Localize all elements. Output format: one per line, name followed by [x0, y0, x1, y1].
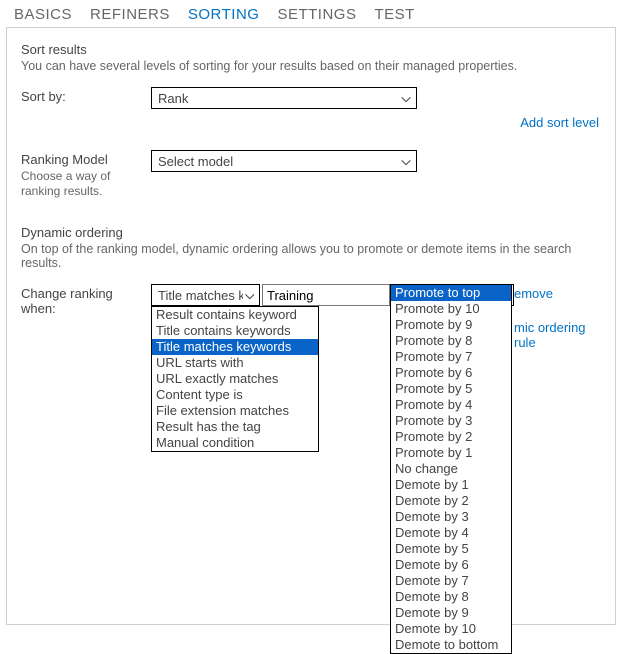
condition-option[interactable]: Content type is	[152, 387, 318, 403]
condition-select[interactable]: Title matches ke ⌵	[151, 284, 260, 306]
action-option[interactable]: Promote by 5	[391, 381, 511, 397]
sort-results-title: Sort results	[21, 42, 601, 57]
action-option[interactable]: Promote by 6	[391, 365, 511, 381]
dynamic-ordering-desc: On top of the ranking model, dynamic ord…	[21, 242, 601, 270]
condition-option[interactable]: File extension matches	[152, 403, 318, 419]
condition-text-input[interactable]	[262, 284, 390, 306]
tab-test[interactable]: TEST	[374, 6, 414, 23]
sort-by-select[interactable]: Rank ⌵	[151, 87, 417, 109]
action-option[interactable]: Demote by 3	[391, 509, 511, 525]
condition-option[interactable]: URL starts with	[152, 355, 318, 371]
tab-basics[interactable]: BASICS	[14, 6, 72, 23]
action-option[interactable]: Promote by 3	[391, 413, 511, 429]
condition-option[interactable]: URL exactly matches	[152, 371, 318, 387]
action-option[interactable]: Demote by 9	[391, 605, 511, 621]
tab-bar: BASICS REFINERS SORTING SETTINGS TEST	[0, 0, 622, 27]
add-ordering-rule-link[interactable]: mic ordering rule	[514, 320, 601, 350]
action-option[interactable]: Promote to top	[391, 285, 511, 301]
condition-option[interactable]: Manual condition	[152, 435, 318, 451]
add-sort-level-link[interactable]: Add sort level	[520, 115, 599, 130]
tab-refiners[interactable]: REFINERS	[90, 6, 170, 23]
action-option[interactable]: Demote by 6	[391, 557, 511, 573]
action-option[interactable]: Promote by 4	[391, 397, 511, 413]
dynamic-ordering-title: Dynamic ordering	[21, 225, 601, 240]
action-option[interactable]: Demote by 10	[391, 621, 511, 637]
sort-results-desc: You can have several levels of sorting f…	[21, 59, 601, 73]
condition-value: Title matches ke	[158, 288, 243, 303]
action-option[interactable]: Promote by 7	[391, 349, 511, 365]
action-option[interactable]: Demote by 4	[391, 525, 511, 541]
ranking-model-sub: Choose a way of ranking results.	[21, 169, 151, 199]
action-option[interactable]: Demote by 5	[391, 541, 511, 557]
chevron-down-icon: ⌵	[398, 91, 414, 106]
action-dropdown-list[interactable]: Promote to topPromote by 10Promote by 9P…	[390, 284, 512, 654]
change-ranking-label: Change ranking when:	[21, 286, 151, 316]
condition-dropdown-list[interactable]: Result contains keywordTitle contains ke…	[151, 306, 319, 452]
action-option[interactable]: Promote by 10	[391, 301, 511, 317]
chevron-down-icon: ⌵	[398, 154, 414, 169]
action-option[interactable]: Demote to bottom	[391, 637, 511, 653]
sorting-panel: Sort results You can have several levels…	[6, 27, 616, 625]
ranking-model-label: Ranking Model	[21, 152, 151, 167]
tab-settings[interactable]: SETTINGS	[277, 6, 356, 23]
ranking-model-select[interactable]: Select model ⌵	[151, 150, 417, 172]
action-option[interactable]: No change	[391, 461, 511, 477]
action-option[interactable]: Promote by 9	[391, 317, 511, 333]
action-option[interactable]: Demote by 1	[391, 477, 511, 493]
action-option[interactable]: Promote by 1	[391, 445, 511, 461]
condition-option[interactable]: Result contains keyword	[152, 307, 318, 323]
action-option[interactable]: Promote by 2	[391, 429, 511, 445]
action-option[interactable]: Promote by 8	[391, 333, 511, 349]
condition-option[interactable]: Result has the tag	[152, 419, 318, 435]
action-option[interactable]: Demote by 8	[391, 589, 511, 605]
action-option[interactable]: Demote by 2	[391, 493, 511, 509]
remove-rule-link[interactable]: emove	[514, 286, 553, 301]
condition-option[interactable]: Title contains keywords	[152, 323, 318, 339]
sort-by-label: Sort by:	[21, 87, 151, 104]
action-option[interactable]: Demote by 7	[391, 573, 511, 589]
tab-sorting[interactable]: SORTING	[188, 6, 260, 23]
ranking-model-value: Select model	[158, 154, 233, 169]
sort-by-value: Rank	[158, 91, 188, 106]
condition-option[interactable]: Title matches keywords	[152, 339, 318, 355]
chevron-down-icon: ⌵	[243, 288, 257, 303]
